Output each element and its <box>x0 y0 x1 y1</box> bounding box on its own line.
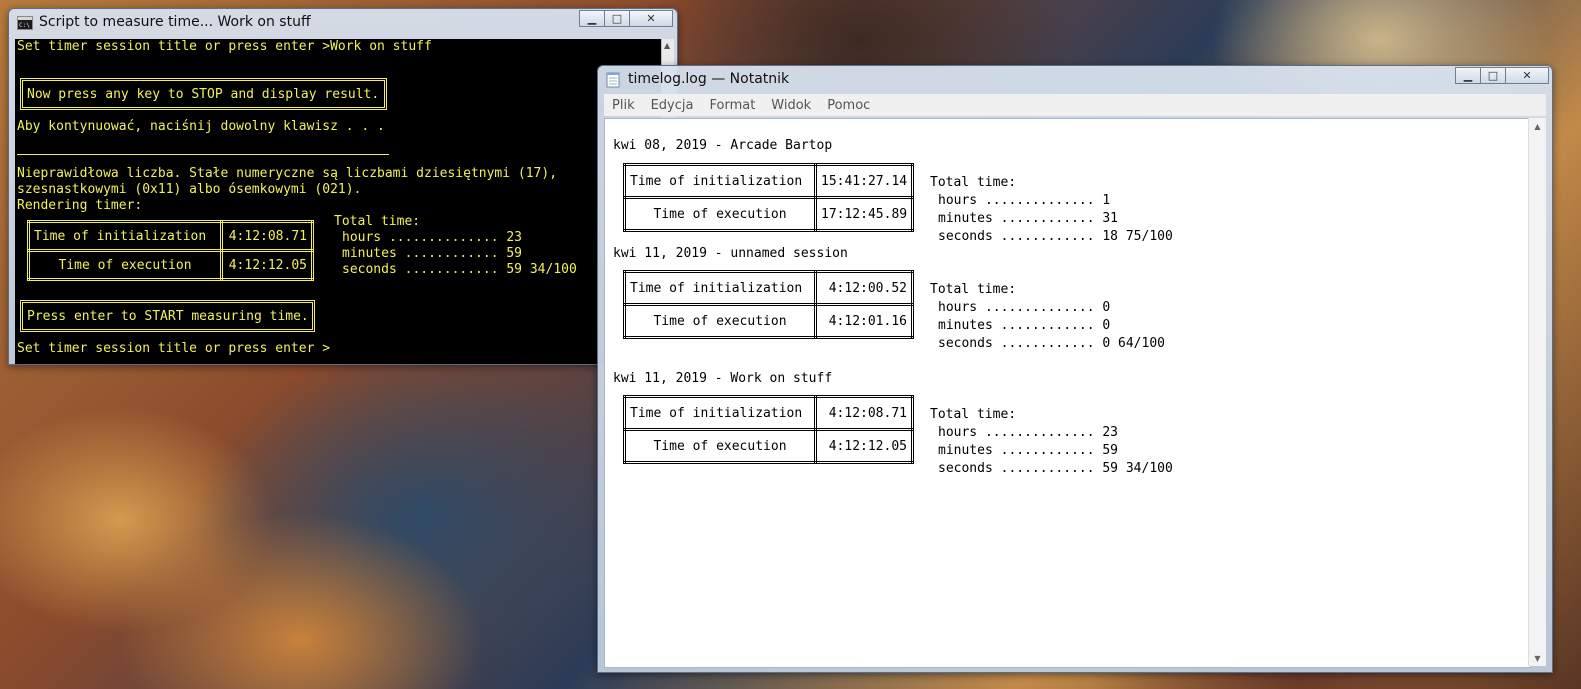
console-line-continue: Aby kontynuować, naciśnij dowolny klawis… <box>17 119 385 134</box>
minimize-icon: ▁ <box>1463 69 1473 82</box>
exec-label: Time of execution <box>623 428 817 464</box>
table-row: Time of execution 4:12:12.05 <box>27 249 314 281</box>
entry-header: kwi 08, 2019 - Arcade Bartop <box>613 138 833 153</box>
console-line-prompt: Set timer session title or press enter >… <box>17 39 432 54</box>
console-line-error2: szesnastkowymi (0x11) albo ósemkowymi (0… <box>17 182 362 197</box>
notepad-scrollbar[interactable]: ▲ ▼ <box>1528 118 1546 666</box>
exec-value: 4:12:01.16 <box>814 303 914 339</box>
total-seconds: seconds ............ 18 75/100 <box>938 229 1173 244</box>
total-time-label: Total time: <box>930 282 1017 297</box>
entry-header: kwi 11, 2019 - unnamed session <box>613 246 848 261</box>
init-label: Time of initialization <box>623 395 817 431</box>
total-hours: hours .............. 0 <box>938 300 1111 315</box>
close-button[interactable]: ✕ <box>629 10 673 27</box>
scroll-up-icon[interactable]: ▲ <box>1529 118 1546 134</box>
console-app-icon: C:\ <box>17 15 33 30</box>
scroll-down-icon[interactable]: ▼ <box>1529 650 1546 666</box>
entry-timer-table: Time of initialization 4:12:00.52 Time o… <box>623 270 914 339</box>
total-seconds: seconds ............ 59 34/100 <box>938 461 1173 476</box>
total-minutes: minutes ............ 0 <box>938 318 1111 333</box>
maximize-icon: □ <box>611 12 623 25</box>
total-time-label: Total time: <box>930 407 1017 422</box>
total-minutes: minutes ............ 59 <box>938 443 1119 458</box>
menu-format[interactable]: Format <box>701 98 763 113</box>
menu-file[interactable]: Plik <box>604 98 643 113</box>
stop-message-box: Now press any key to STOP and display re… <box>20 78 387 110</box>
notepad-title: timelog.log — Notatnik <box>628 71 790 87</box>
exec-value: 4:12:12.05 <box>220 249 314 281</box>
close-icon: ✕ <box>1522 69 1532 82</box>
close-button[interactable]: ✕ <box>1505 67 1549 84</box>
total-minutes: minutes ............ 31 <box>938 211 1119 226</box>
init-value: 15:41:27.14 <box>813 163 915 199</box>
entry-timer-table: Time of initialization 15:41:27.14 Time … <box>623 163 915 232</box>
total-seconds: seconds ............ 0 64/100 <box>938 336 1165 351</box>
entry-header: kwi 11, 2019 - Work on stuff <box>613 371 833 386</box>
init-label: Time of initialization <box>623 163 817 199</box>
exec-value: 4:12:12.05 <box>814 428 914 464</box>
total-time-label: Total time: <box>334 214 421 229</box>
console-output[interactable]: Set timer session title or press enter >… <box>15 39 661 364</box>
console-divider <box>17 154 389 155</box>
menu-view[interactable]: Widok <box>763 98 819 113</box>
close-icon: ✕ <box>646 12 656 25</box>
menu-help[interactable]: Pomoc <box>819 98 878 113</box>
console-titlebar[interactable]: C:\ Script to measure time... Work on st… <box>9 9 677 35</box>
text-editor[interactable]: kwi 08, 2019 - Arcade Bartop Time of ini… <box>604 118 1531 668</box>
scroll-up-icon[interactable]: ▲ <box>664 41 670 50</box>
table-row: Time of execution 4:12:12.05 <box>623 428 914 464</box>
start-message-box: Press enter to START measuring time. <box>20 300 315 332</box>
console-window[interactable]: C:\ Script to measure time... Work on st… <box>8 8 678 365</box>
table-row: Time of initialization 4:12:08.71 <box>27 220 314 252</box>
console-line-error1: Nieprawidłowa liczba. Stałe numeryczne s… <box>17 166 558 181</box>
maximize-icon: □ <box>1487 69 1499 82</box>
init-value: 4:12:08.71 <box>220 220 314 252</box>
exec-label: Time of execution <box>623 196 817 232</box>
init-label: Time of initialization <box>623 270 817 306</box>
exec-value: 17:12:45.89 <box>813 196 915 232</box>
init-label: Time of initialization <box>27 220 223 252</box>
total-seconds: seconds ............ 59 34/100 <box>342 262 577 277</box>
total-time-label: Total time: <box>930 175 1017 190</box>
console-line-prompt2: Set timer session title or press enter > <box>17 341 331 356</box>
total-minutes: minutes ............ 59 <box>342 246 523 261</box>
console-title: Script to measure time... Work on stuff <box>39 14 311 30</box>
svg-text:C:\: C:\ <box>19 22 30 29</box>
init-value: 4:12:00.52 <box>814 270 914 306</box>
menu-bar: Plik Edycja Format Widok Pomoc <box>604 94 1546 116</box>
total-hours: hours .............. 23 <box>342 230 523 245</box>
total-hours: hours .............. 1 <box>938 193 1111 208</box>
console-line-rendering: Rendering timer: <box>17 198 143 213</box>
menu-edit[interactable]: Edycja <box>643 98 702 113</box>
init-value: 4:12:08.71 <box>814 395 914 431</box>
table-row: Time of initialization 4:12:00.52 <box>623 270 914 306</box>
notepad-window[interactable]: timelog.log — Notatnik ▁ □ ✕ Plik Edycja… <box>597 65 1553 673</box>
table-row: Time of initialization 4:12:08.71 <box>623 395 914 431</box>
maximize-button[interactable]: □ <box>1480 67 1506 84</box>
entry-timer-table: Time of initialization 4:12:08.71 Time o… <box>623 395 914 464</box>
minimize-button[interactable]: ▁ <box>1455 67 1481 84</box>
table-row: Time of execution 17:12:45.89 <box>623 196 915 232</box>
maximize-button[interactable]: □ <box>604 10 630 27</box>
exec-label: Time of execution <box>27 249 223 281</box>
notepad-app-icon <box>606 72 622 88</box>
total-hours: hours .............. 23 <box>938 425 1119 440</box>
minimize-icon: ▁ <box>587 12 597 25</box>
table-row: Time of initialization 15:41:27.14 <box>623 163 915 199</box>
table-row: Time of execution 4:12:01.16 <box>623 303 914 339</box>
console-timer-table: Time of initialization 4:12:08.71 Time o… <box>27 220 314 281</box>
notepad-titlebar[interactable]: timelog.log — Notatnik ▁ □ ✕ <box>598 66 1552 92</box>
minimize-button[interactable]: ▁ <box>579 10 605 27</box>
exec-label: Time of execution <box>623 303 817 339</box>
